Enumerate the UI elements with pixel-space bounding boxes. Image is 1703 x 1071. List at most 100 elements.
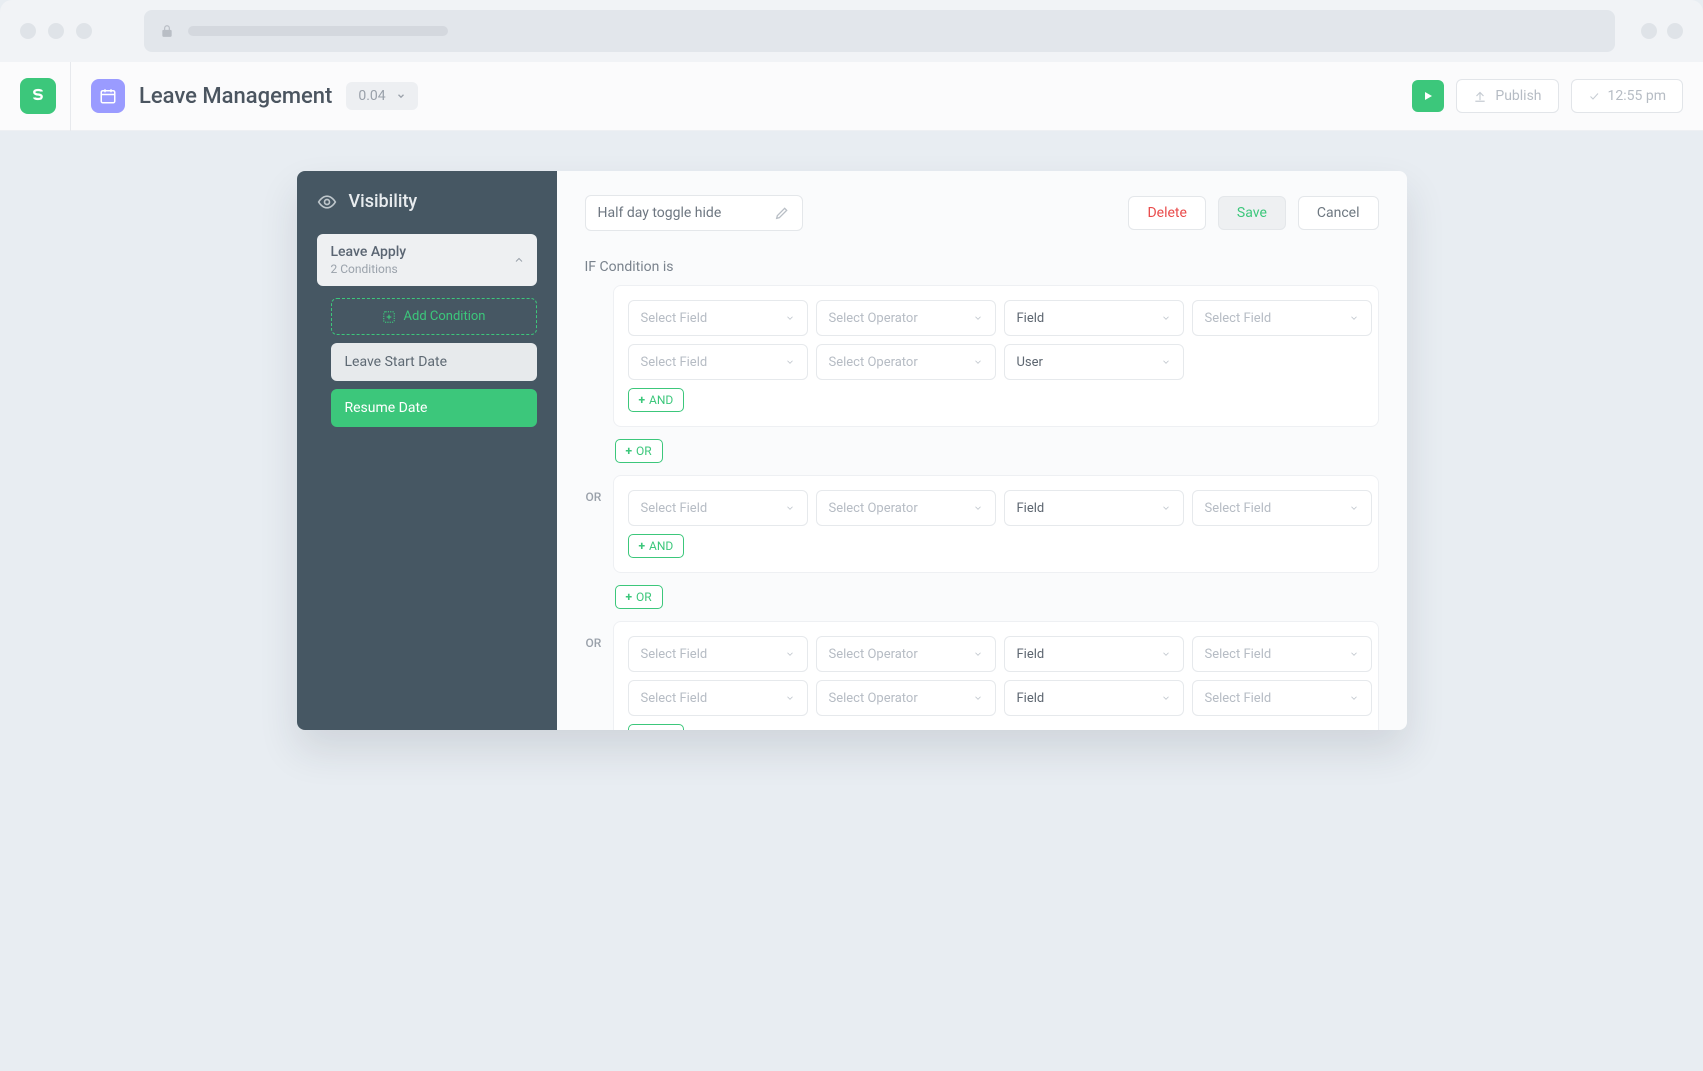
browser-chrome xyxy=(0,0,1703,62)
chevron-down-icon xyxy=(1161,357,1171,367)
chevron-down-icon xyxy=(785,649,795,659)
version-select[interactable]: 0.04 xyxy=(346,82,417,110)
select-placeholder[interactable]: Select Field xyxy=(628,680,808,716)
select-placeholder[interactable]: Select Field xyxy=(1192,300,1372,336)
divider xyxy=(70,62,71,131)
rule-name-value: Half day toggle hide xyxy=(598,205,722,221)
select-placeholder[interactable]: Select Field xyxy=(1192,490,1372,526)
chevron-up-icon xyxy=(513,254,525,266)
select-placeholder[interactable]: Select Field xyxy=(628,344,808,380)
select-placeholder[interactable]: Select Operator xyxy=(816,636,996,672)
time-display: 12:55 pm xyxy=(1571,79,1683,113)
condition-row: Select FieldSelect OperatorFieldSelect F… xyxy=(628,636,1364,672)
if-condition-label: IF Condition is xyxy=(585,259,1379,275)
select-placeholder[interactable]: Select Operator xyxy=(816,680,996,716)
select-value[interactable]: User xyxy=(1004,344,1184,380)
add-or-button[interactable]: +OR xyxy=(615,585,663,609)
condition-block: ORSelect FieldSelect OperatorFieldSelect… xyxy=(613,475,1379,573)
condition-row: Select FieldSelect OperatorFieldSelect F… xyxy=(628,300,1364,336)
version-value: 0.04 xyxy=(358,88,385,104)
calendar-icon xyxy=(99,87,117,105)
condition-row: Select FieldSelect OperatorUser xyxy=(628,344,1364,380)
chevron-down-icon xyxy=(1349,649,1359,659)
delete-label: Delete xyxy=(1147,205,1186,221)
add-and-button[interactable]: +AND xyxy=(628,388,685,412)
select-placeholder[interactable]: Select Operator xyxy=(816,490,996,526)
select-placeholder[interactable]: Select Operator xyxy=(816,344,996,380)
chevron-down-icon xyxy=(1161,693,1171,703)
chevron-down-icon xyxy=(785,357,795,367)
url-bar[interactable] xyxy=(144,10,1615,52)
select-placeholder[interactable]: Select Field xyxy=(1192,636,1372,672)
condition-row: Select FieldSelect OperatorFieldSelect F… xyxy=(628,490,1364,526)
add-and-button[interactable]: +AND xyxy=(628,534,685,558)
select-placeholder[interactable]: Select Field xyxy=(628,300,808,336)
select-placeholder[interactable]: Select Field xyxy=(628,490,808,526)
url-placeholder xyxy=(188,26,448,36)
chevron-down-icon xyxy=(973,503,983,513)
publish-label: Publish xyxy=(1495,88,1541,104)
cancel-button[interactable]: Cancel xyxy=(1298,196,1379,230)
app-logo[interactable] xyxy=(20,78,56,114)
save-label: Save xyxy=(1237,205,1267,221)
chevron-down-icon xyxy=(785,693,795,703)
visibility-sidebar: Visibility Leave Apply 2 Conditions Add … xyxy=(297,171,557,730)
or-badge: OR xyxy=(586,636,602,650)
chevron-down-icon xyxy=(1349,693,1359,703)
chevron-down-icon xyxy=(785,313,795,323)
upload-icon xyxy=(1473,89,1487,103)
select-value[interactable]: Field xyxy=(1004,636,1184,672)
group-label: Leave Apply xyxy=(331,244,523,260)
add-or-button[interactable]: +OR xyxy=(615,439,663,463)
play-button[interactable] xyxy=(1412,80,1444,112)
browser-action-dot xyxy=(1667,23,1683,39)
select-placeholder[interactable]: Select Operator xyxy=(816,300,996,336)
sidebar-condition-item[interactable]: Leave Start Date xyxy=(331,343,537,381)
save-button[interactable]: Save xyxy=(1218,196,1286,230)
logo-icon xyxy=(29,87,47,105)
select-placeholder[interactable]: Select Field xyxy=(1192,680,1372,716)
browser-action-dot xyxy=(1641,23,1657,39)
chevron-down-icon xyxy=(973,357,983,367)
add-and-button[interactable]: +AND xyxy=(628,724,685,730)
eye-icon xyxy=(317,192,337,212)
play-icon xyxy=(1422,90,1434,102)
module-icon-badge[interactable] xyxy=(91,79,125,113)
sidebar-title-text: Visibility xyxy=(349,191,418,212)
chevron-down-icon xyxy=(973,649,983,659)
sidebar-condition-item[interactable]: Resume Date xyxy=(331,389,537,427)
add-condition-label: Add Condition xyxy=(404,309,486,324)
select-placeholder[interactable]: Select Field xyxy=(628,636,808,672)
cancel-label: Cancel xyxy=(1317,205,1360,221)
app-header: Leave Management 0.04 Publish 12:55 pm xyxy=(0,62,1703,131)
group-count: 2 Conditions xyxy=(331,262,523,276)
edit-icon[interactable] xyxy=(774,205,790,221)
check-icon xyxy=(1588,90,1600,102)
chevron-down-icon xyxy=(973,313,983,323)
select-value[interactable]: Field xyxy=(1004,680,1184,716)
window-dot xyxy=(20,23,36,39)
condition-block: ORSelect FieldSelect OperatorFieldSelect… xyxy=(613,621,1379,730)
condition-row: Select FieldSelect OperatorFieldSelect F… xyxy=(628,680,1364,716)
sidebar-title: Visibility xyxy=(317,191,537,212)
page-title: Leave Management xyxy=(139,84,332,109)
select-value[interactable]: Field xyxy=(1004,300,1184,336)
lock-icon xyxy=(160,24,174,38)
chevron-down-icon xyxy=(1161,503,1171,513)
window-dot xyxy=(76,23,92,39)
delete-button[interactable]: Delete xyxy=(1128,196,1205,230)
chevron-down-icon xyxy=(785,503,795,513)
select-value[interactable]: Field xyxy=(1004,490,1184,526)
condition-group[interactable]: Leave Apply 2 Conditions xyxy=(317,234,537,286)
add-condition-button[interactable]: Add Condition xyxy=(331,298,537,335)
publish-button[interactable]: Publish xyxy=(1456,79,1558,113)
chevron-down-icon xyxy=(1161,649,1171,659)
rule-editor-content: Half day toggle hide Delete Save Cancel … xyxy=(557,171,1407,730)
chevron-down-icon xyxy=(396,91,406,101)
rule-name-field[interactable]: Half day toggle hide xyxy=(585,195,803,231)
chevron-down-icon xyxy=(1349,503,1359,513)
time-value: 12:55 pm xyxy=(1608,88,1666,104)
window-dot xyxy=(48,23,64,39)
visibility-editor-card: Visibility Leave Apply 2 Conditions Add … xyxy=(297,171,1407,730)
chevron-down-icon xyxy=(973,693,983,703)
